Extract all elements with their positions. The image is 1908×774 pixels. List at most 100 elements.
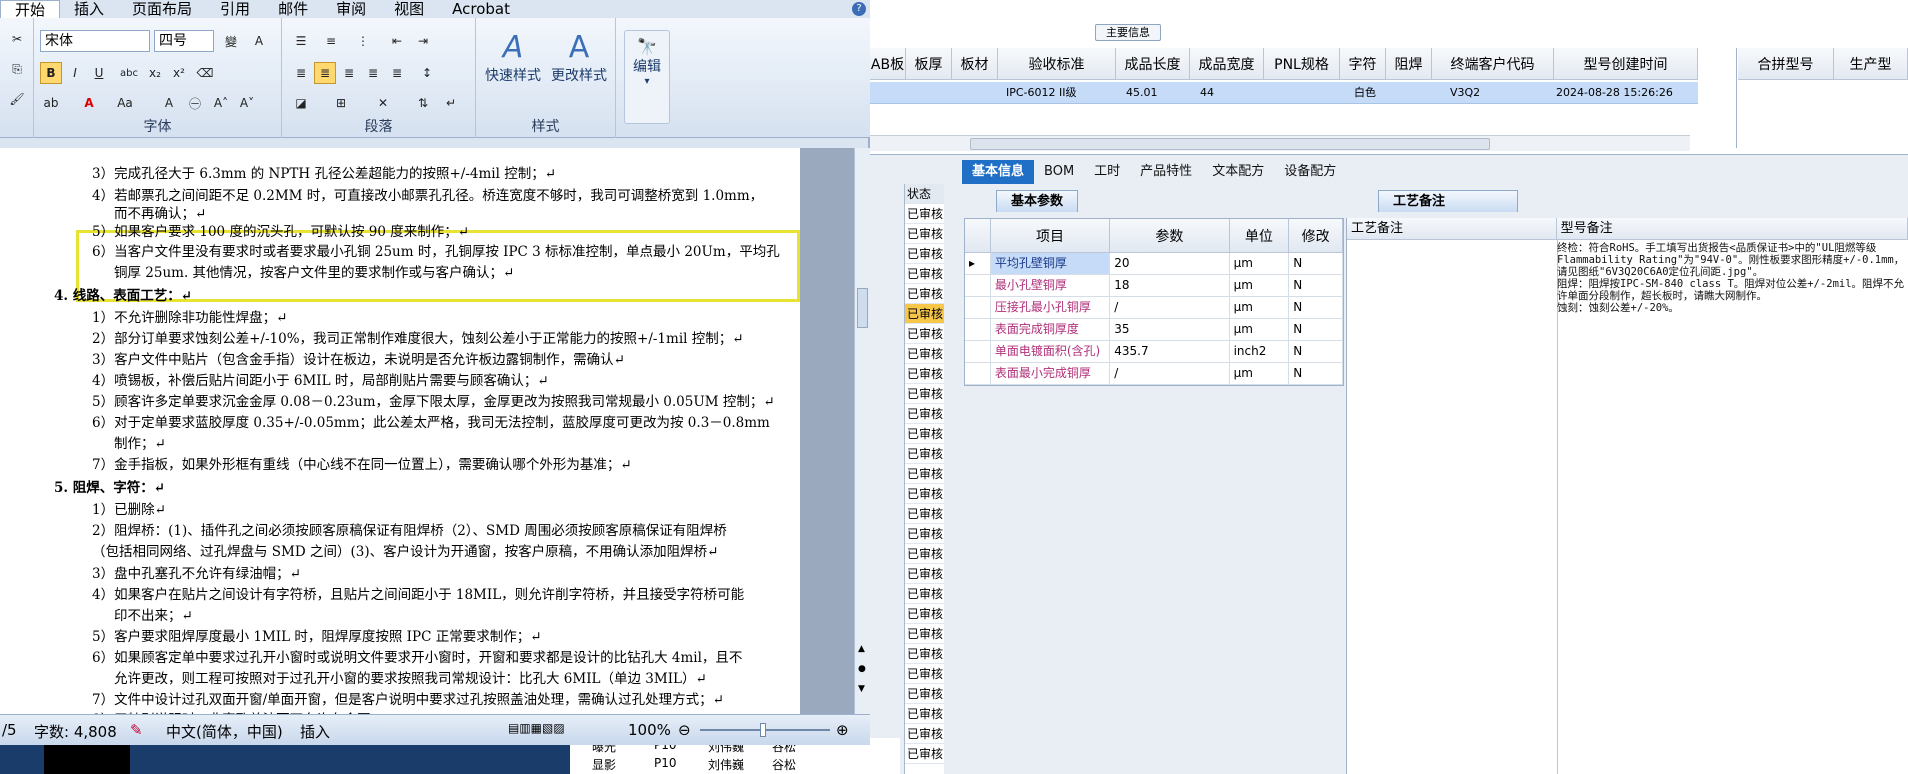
doc-line[interactable]: 2）部分订单要求蚀刻公差+/-10%，我司正常制作难度很大，蚀刻公差小于正常能力… <box>92 327 744 347</box>
help-icon[interactable]: ? <box>852 2 866 16</box>
col-pnl[interactable]: PNL规格 <box>1264 48 1340 80</box>
horizontal-scrollbar[interactable] <box>870 135 1690 151</box>
subscript-button[interactable]: x₂ <box>144 62 166 84</box>
increase-indent-icon[interactable]: ⇥ <box>412 30 434 52</box>
status-item[interactable]: 已审核 <box>905 644 944 664</box>
doc-line[interactable]: 4. 线路、表面工艺：↵ <box>54 284 192 304</box>
taskbar-thumb[interactable] <box>44 745 130 774</box>
col-char[interactable]: 字符 <box>1340 48 1386 80</box>
tab-view[interactable]: 视图 <box>380 0 438 18</box>
status-item[interactable]: 已审核 <box>905 624 944 644</box>
doc-line[interactable]: 而不再确认；↵ <box>114 202 206 222</box>
doc-line[interactable]: 允许更改，则工程可按照对于过孔开小窗的要求按照我司常规设计：比孔大 6MIL（单… <box>114 667 707 687</box>
italic-button[interactable]: I <box>64 62 86 84</box>
proofing-icon[interactable]: ✎ <box>130 721 143 739</box>
doc-line[interactable]: 1）已删除↵ <box>92 498 166 518</box>
status-item[interactable]: 已审核 <box>905 704 944 724</box>
strikethrough-button[interactable]: abc <box>118 62 140 84</box>
param-row[interactable]: 表面完成铜厚度 35 μm N <box>965 319 1343 341</box>
quick-styles-button[interactable]: A 快速样式 <box>482 30 544 85</box>
numbering-icon[interactable]: ≡ <box>320 30 342 52</box>
insert-mode[interactable]: 插入 <box>300 721 330 742</box>
col-material[interactable]: 板材 <box>952 48 998 80</box>
decrease-indent-icon[interactable]: ⇤ <box>386 30 408 52</box>
align-right-icon[interactable]: ≣ <box>338 62 360 84</box>
tab-work-hours[interactable]: 工时 <box>1084 160 1130 184</box>
status-item[interactable]: 已审核 <box>905 584 944 604</box>
browse-object-icon[interactable]: ● <box>858 664 866 674</box>
param-value[interactable]: 20 <box>1110 253 1230 274</box>
doc-line[interactable]: 印不出来；↵ <box>114 604 193 624</box>
param-row[interactable]: ▸ 平均孔壁铜厚 20 μm N <box>965 253 1343 275</box>
tab-product-features[interactable]: 产品特性 <box>1130 160 1202 184</box>
tab-insert[interactable]: 插入 <box>60 0 118 18</box>
model-notes-text[interactable]: 终检：符合RoHS。手工填写出货报告<品质保证书>中的"UL阻燃等级 Flamm… <box>1557 242 1908 314</box>
doc-line[interactable]: 3）盘中孔塞孔不允许有绿油帽；↵ <box>92 562 301 582</box>
param-row[interactable]: 最小孔壁铜厚 18 μm N <box>965 275 1343 297</box>
status-item[interactable]: 已审核 <box>905 404 944 424</box>
prev-page-icon[interactable]: ▲ <box>858 644 865 654</box>
doc-line[interactable]: 3）完成孔径大于 6.3mm 的 NPTH 孔径公差超能力的按照+/-4mil … <box>92 162 556 182</box>
doc-line[interactable]: （包括相同网络、过孔焊盘与 SMD 之间）(3)、客户设计为开通窗，按客户原稿，… <box>92 540 718 560</box>
next-page-icon[interactable]: ▼ <box>858 684 865 694</box>
doc-line[interactable]: 5. 阻焊、字符：↵ <box>54 476 165 496</box>
highlight-icon[interactable]: ab <box>40 92 62 114</box>
param-value[interactable]: 35 <box>1110 319 1230 340</box>
show-marks-icon[interactable]: ↵ <box>440 92 462 114</box>
tab-basic-info[interactable]: 基本信息 <box>962 160 1035 184</box>
tab-text-recipe[interactable]: 文本配方 <box>1202 160 1274 184</box>
language[interactable]: 中文(简体，中国) <box>166 721 283 742</box>
enclose-char-icon[interactable]: ㊀ <box>184 92 206 114</box>
param-row[interactable]: 表面最小完成铜厚 / μm N <box>965 363 1343 385</box>
justify-icon[interactable]: ≣ <box>362 62 384 84</box>
col-mask[interactable]: 阻焊 <box>1386 48 1432 80</box>
param-row[interactable]: 单面电镀面积(含孔) 435.7 inch2 N <box>965 341 1343 363</box>
subtab-craft-notes[interactable]: 工艺备注 <box>1378 190 1518 212</box>
col-width[interactable]: 成品宽度 <box>1190 48 1264 80</box>
status-item-selected[interactable]: 已审核 <box>905 304 944 324</box>
doc-line[interactable]: 2）阻焊桥：(1)、插件孔之间必须按顾客原稿保证有阻焊桥（2）、SMD 周围必须… <box>92 519 727 539</box>
shading-icon[interactable]: ◪ <box>290 92 312 114</box>
doc-line[interactable]: 制作；↵ <box>114 432 166 452</box>
param-row[interactable]: 压接孔最小孔铜厚 / μm N <box>965 297 1343 319</box>
page-count[interactable]: /5 <box>2 721 17 739</box>
copy-icon[interactable]: ⎘ <box>6 58 28 80</box>
tab-device-recipe[interactable]: 设备配方 <box>1274 160 1346 184</box>
status-item[interactable]: 已审核 <box>905 524 944 544</box>
vertical-scrollbar[interactable]: ▲ ● ▼ <box>854 148 870 714</box>
doc-line[interactable]: 3）客户文件中贴片（包含金手指）设计在板边，未说明是否允许板边露铜制作，需确认↵ <box>92 348 625 368</box>
zoom-in-icon[interactable]: ⊕ <box>836 721 849 739</box>
doc-line[interactable]: 5）客户要求阻焊厚度最小 1MIL 时，阻焊厚度按照 IPC 正常要求制作；↵ <box>92 625 542 645</box>
status-item[interactable]: 已审核 <box>905 244 944 264</box>
word-count[interactable]: 字数: 4,808 <box>34 721 117 742</box>
doc-line[interactable]: 6）当客户文件里没有要求时或者要求最小孔铜 25um 时，孔铜厚按 IPC 3 … <box>92 240 780 260</box>
col-standard[interactable]: 验收标准 <box>998 48 1116 80</box>
param-value[interactable]: 18 <box>1110 275 1230 296</box>
view-buttons-icon[interactable]: ▤▥▦▧▨ <box>508 721 565 735</box>
tab-acrobat[interactable]: Acrobat <box>438 0 524 18</box>
status-item[interactable]: 已审核 <box>905 744 944 764</box>
align-left-icon[interactable]: ≣ <box>290 62 312 84</box>
change-styles-button[interactable]: A 更改样式 <box>546 30 612 85</box>
font-color-icon[interactable]: A <box>78 92 100 114</box>
tab-page-layout[interactable]: 页面布局 <box>118 0 206 18</box>
edit-button[interactable]: 🔭 编辑 ▾ <box>624 30 670 124</box>
phonetic-icon[interactable]: 變 <box>220 30 242 52</box>
status-item[interactable]: 已审核 <box>905 344 944 364</box>
status-item[interactable]: 已审核 <box>905 484 944 504</box>
borders-icon[interactable]: ⊞ <box>330 92 352 114</box>
param-value[interactable]: / <box>1110 297 1230 318</box>
status-item[interactable]: 已审核 <box>905 444 944 464</box>
col-length[interactable]: 成品长度 <box>1116 48 1190 80</box>
char-border-icon[interactable]: A <box>248 30 270 52</box>
doc-line[interactable]: 1）不允许删除非功能性焊盘；↵ <box>92 306 287 326</box>
change-case-icon[interactable]: Aa <box>114 92 136 114</box>
tab-home[interactable]: 开始 <box>0 0 61 19</box>
status-item[interactable]: 已审核 <box>905 364 944 384</box>
doc-line[interactable]: 4）喷锡板，补偿后贴片间距小于 6MIL 时，局部削贴片需要与顾客确认；↵ <box>92 369 549 389</box>
status-item[interactable]: 已审核 <box>905 504 944 524</box>
status-item[interactable]: 已审核 <box>905 544 944 564</box>
doc-line[interactable]: 6）对于定单要求蓝胶厚度 0.35+/-0.05mm；此公差太严格，我司无法控制… <box>92 411 770 431</box>
zoom-level[interactable]: 100% <box>628 721 671 739</box>
col-created[interactable]: 型号创建时间 <box>1554 48 1698 80</box>
